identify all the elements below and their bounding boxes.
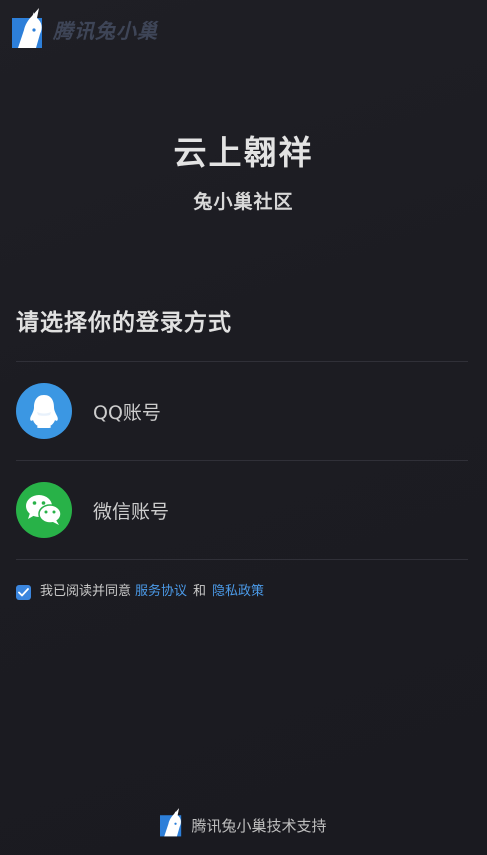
brand-name: 腾讯兔小巢 [53, 18, 158, 43]
service-agreement-link[interactable]: 服务协议 [135, 582, 187, 602]
wechat-login-label: 微信账号 [93, 500, 170, 523]
qq-login-label: QQ账号 [93, 401, 161, 424]
privacy-policy-link[interactable]: 隐私政策 [212, 582, 264, 602]
community-subtitle: 兔小巢社区 [193, 191, 294, 213]
agreement-prefix: 我已阅读并同意 [40, 584, 132, 599]
agreement-and-text: 和 [193, 584, 207, 599]
qq-penguin-icon [16, 383, 72, 439]
rabbit-flag-logo-icon [160, 808, 184, 842]
divider [16, 559, 468, 560]
footer: 腾讯兔小巢技术支持 [0, 808, 487, 842]
brand-header: 腾讯兔小巢 [12, 8, 158, 50]
checkmark-icon [18, 587, 29, 596]
login-method-heading: 请选择你的登录方式 [16, 310, 232, 336]
wechat-icon [16, 482, 72, 538]
qq-login-option[interactable]: QQ账号 [16, 362, 468, 460]
community-title: 云上翱祥 [173, 133, 314, 172]
tech-support-text: 腾讯兔小巢技术支持 [191, 816, 327, 835]
wechat-login-option[interactable]: 微信账号 [16, 461, 468, 559]
agreement-checkbox[interactable] [16, 584, 31, 600]
rabbit-flag-logo-icon [12, 8, 46, 50]
agreement-row: 我已阅读并同意 服务协议 和 隐私政策 [16, 582, 264, 602]
